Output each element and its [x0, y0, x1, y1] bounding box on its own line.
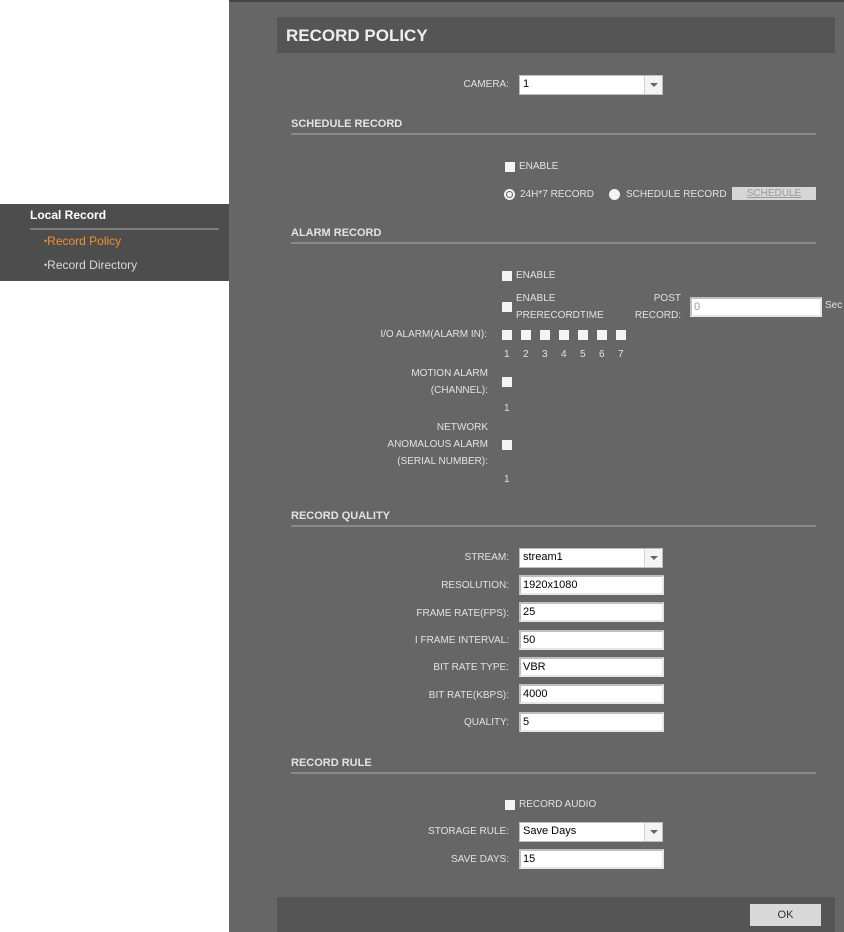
i-frame-interval-input[interactable] — [519, 630, 664, 650]
post-record-label-line1: POST — [653, 293, 681, 304]
io-alarm-channel-6: 6 — [599, 349, 605, 360]
motion-alarm-label-line2: (CHANNEL): — [430, 385, 488, 396]
motion-alarm-label-line1: MOTION ALARM — [411, 368, 488, 379]
sidebar-title: Local Record — [30, 208, 107, 222]
page-title: RECORD POLICY — [286, 26, 428, 45]
prerecord-label-line2: PRERECORDTIME — [516, 310, 604, 321]
alarm-enable-checkbox[interactable] — [502, 271, 512, 281]
network-alarm-label-line3: (SERIAL NUMBER): — [397, 456, 488, 467]
record-audio-label: RECORD AUDIO — [519, 799, 597, 810]
chevron-down-icon — [644, 76, 662, 94]
alarm-enable-label: ENABLE — [516, 270, 556, 281]
schedule-record-heading: SCHEDULE RECORD — [291, 118, 816, 135]
camera-select-value: 1 — [523, 78, 530, 90]
alarm-record-heading: ALARM RECORD — [291, 227, 816, 244]
resolution-input[interactable] — [519, 575, 664, 595]
stream-label: STREAM: — [464, 552, 509, 563]
sidebar: Local Record •Record Policy •Record Dire… — [0, 204, 229, 281]
chevron-down-icon — [644, 549, 662, 567]
io-alarm-channel-2: 2 — [523, 349, 529, 360]
network-alarm-label-line2: ANOMALOUS ALARM — [387, 439, 488, 450]
post-record-input[interactable] — [690, 297, 822, 317]
radio-24h7-label: 24H*7 RECORD — [520, 189, 594, 200]
storage-rule-value: Save Days — [523, 825, 577, 837]
sidebar-item-label: Record Policy — [47, 234, 122, 248]
io-alarm-channel-1: 1 — [504, 349, 510, 360]
post-record-unit: Sec — [825, 300, 843, 311]
prerecord-label-line1: ENABLE — [516, 293, 556, 304]
title-bar: RECORD POLICY — [277, 17, 835, 53]
main-panel: RECORD POLICY CAMERA: 1 SCHEDULE RECORD … — [229, 0, 844, 932]
save-days-label: SAVE DAYS: — [451, 854, 509, 865]
camera-label: CAMERA: — [463, 79, 509, 90]
io-alarm-channel-7: 7 — [618, 349, 624, 360]
motion-alarm-channel-1: 1 — [504, 403, 510, 414]
storage-rule-select[interactable]: Save Days — [519, 822, 663, 842]
stream-select[interactable]: stream1 — [519, 548, 663, 568]
record-quality-heading: RECORD QUALITY — [291, 510, 816, 527]
ok-button[interactable]: OK — [750, 904, 821, 926]
sidebar-item-label: Record Directory — [47, 258, 138, 272]
resolution-label: RESOLUTION: — [441, 580, 509, 591]
bit-rate-type-input[interactable] — [519, 657, 664, 677]
radio-24h7-record[interactable] — [504, 189, 515, 200]
bit-rate-input[interactable] — [519, 684, 664, 704]
bit-rate-type-label: BIT RATE TYPE: — [433, 662, 509, 673]
stream-select-value: stream1 — [523, 551, 563, 563]
schedule-enable-checkbox[interactable] — [505, 162, 515, 172]
record-rule-heading: RECORD RULE — [291, 757, 816, 774]
prerecord-checkbox[interactable] — [502, 302, 512, 312]
io-alarm-channel-3: 3 — [542, 349, 548, 360]
io-alarm-checkbox-4[interactable] — [559, 330, 569, 340]
i-frame-interval-label: I FRAME INTERVAL: — [414, 635, 509, 646]
network-alarm-label-line1: NETWORK — [436, 422, 488, 433]
sidebar-divider — [30, 228, 219, 230]
io-alarm-channel-5: 5 — [580, 349, 586, 360]
io-alarm-checkbox-7[interactable] — [616, 330, 626, 340]
quality-input[interactable] — [519, 712, 664, 732]
schedule-button[interactable]: SCHEDULE — [732, 187, 816, 200]
quality-label: QUALITY: — [463, 717, 509, 728]
top-strip — [229, 0, 844, 2]
save-days-input[interactable] — [519, 849, 664, 869]
io-alarm-label: I/O ALARM(ALARM IN): — [380, 329, 487, 340]
io-alarm-channel-4: 4 — [561, 349, 567, 360]
radio-schedule-label: SCHEDULE RECORD — [626, 189, 727, 200]
network-alarm-checkbox-1[interactable] — [502, 440, 512, 450]
frame-rate-input[interactable] — [519, 602, 664, 622]
io-alarm-checkbox-5[interactable] — [578, 330, 588, 340]
io-alarm-checkbox-6[interactable] — [597, 330, 607, 340]
network-alarm-channel-1: 1 — [504, 474, 510, 485]
frame-rate-label: FRAME RATE(FPS): — [416, 608, 509, 619]
post-record-label-line2: RECORD: — [634, 310, 681, 321]
io-alarm-checkbox-3[interactable] — [540, 330, 550, 340]
footer-bar: OK — [277, 897, 835, 932]
io-alarm-checkbox-1[interactable] — [502, 330, 512, 340]
storage-rule-label: STORAGE RULE: — [428, 826, 509, 837]
motion-alarm-checkbox-1[interactable] — [502, 377, 512, 387]
sidebar-item-record-policy[interactable]: •Record Policy — [44, 234, 121, 248]
io-alarm-checkbox-2[interactable] — [521, 330, 531, 340]
bit-rate-label: BIT RATE(KBPS): — [428, 690, 509, 701]
schedule-enable-label: ENABLE — [519, 161, 559, 172]
chevron-down-icon — [644, 823, 662, 841]
sidebar-item-record-directory[interactable]: •Record Directory — [44, 258, 137, 272]
record-audio-checkbox[interactable] — [505, 800, 515, 810]
camera-select[interactable]: 1 — [519, 75, 663, 95]
radio-schedule-record[interactable] — [609, 189, 620, 200]
